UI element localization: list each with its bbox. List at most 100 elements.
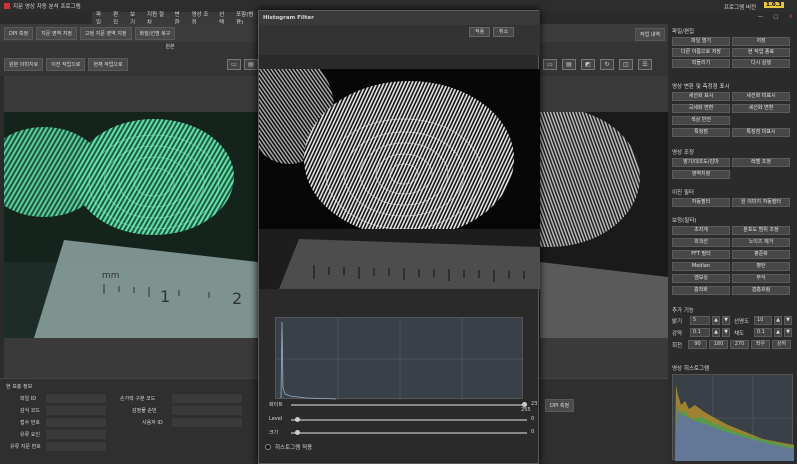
field-exhibit-order: 감정물 순번	[132, 408, 157, 414]
minutiae-hide-button[interactable]: 특징점 미표시	[732, 128, 790, 137]
restore-quality-button[interactable]: 화질/선명 복구	[134, 26, 176, 40]
outline-button[interactable]: 외곽선	[672, 238, 730, 247]
rotate-icon[interactable]: ↻	[600, 58, 614, 70]
latent-no-input[interactable]	[46, 442, 106, 451]
restore-icon[interactable]: ▢	[773, 14, 778, 24]
erode-button[interactable]: 부식	[732, 274, 790, 283]
saturation-input[interactable]: 0.1	[754, 328, 772, 337]
dpi-measure-button[interactable]: DPI 측정	[545, 399, 575, 412]
size-slider-label: 크기	[269, 430, 279, 436]
invert-color-button[interactable]: 색상 반전	[672, 116, 730, 125]
strength-up-icon[interactable]: ▲	[712, 328, 720, 337]
image-histogram-chart	[672, 374, 794, 461]
window-title: 지문 영상 자동 분석 프로그램	[13, 4, 81, 10]
white-value: 23	[531, 401, 538, 407]
region-select-button[interactable]: 영역지정	[672, 170, 730, 179]
save-view-icon[interactable]: ▤	[244, 58, 258, 70]
open-file-button[interactable]: 파일 열기	[672, 37, 730, 46]
level-adjust-button[interactable]: 레벨 조정	[732, 158, 790, 167]
list-icon[interactable]: ☰	[638, 58, 652, 70]
strength-input[interactable]: 0.1	[690, 328, 710, 337]
menu-bar: 파일 편집 보기 지원 절차 변환 영상 조정 선택 포함(범용)	[92, 12, 258, 26]
cancel-button[interactable]: 취소	[493, 27, 515, 37]
file-id-input[interactable]	[46, 394, 106, 403]
sharpness-input[interactable]: 10	[754, 316, 772, 325]
flip-horizontal-button[interactable]: 좌우	[751, 340, 770, 349]
previous-step-button[interactable]: 이전 작업으로	[46, 57, 86, 71]
sharpness-down-icon[interactable]: ▼	[784, 316, 792, 325]
level-slider-knob[interactable]	[295, 417, 300, 422]
end-work-button[interactable]: 현 작업 종료	[732, 48, 790, 57]
exhibit-order-input[interactable]	[172, 406, 242, 415]
original-image-button[interactable]: 원본 이미지로	[4, 57, 44, 71]
white-slider[interactable]: 화이트 23	[269, 401, 537, 409]
histogram-apply-label: 히스토그램 적용	[275, 445, 313, 451]
residue-factor-input[interactable]	[46, 430, 106, 439]
level-value: 0	[531, 416, 535, 422]
white-slider-label: 화이트	[269, 402, 283, 408]
size-slider[interactable]: 크기 0	[269, 429, 534, 437]
distribution-button[interactable]: 분포도 범위 조정	[732, 226, 790, 235]
minimize-icon[interactable]: —	[758, 14, 764, 24]
strength-down-icon[interactable]: ▼	[722, 328, 730, 337]
correction-section-title: 보정(필터)	[672, 218, 697, 224]
fixed-area-button[interactable]: 고정 지문 영역 지정	[79, 26, 132, 40]
dpi-button[interactable]: DPI 측정	[4, 26, 34, 40]
apply-button[interactable]: 적용	[469, 27, 491, 37]
original-fingerprint-image[interactable]: mm 1 2	[4, 112, 258, 338]
size-slider-knob[interactable]	[295, 430, 300, 435]
equalize-button[interactable]: 평준화	[732, 250, 790, 259]
dilate-button[interactable]: 흡착화	[672, 286, 730, 295]
emboss-button[interactable]: 엠보싱	[672, 274, 730, 283]
curve-convert-button[interactable]: 곡세화 변환	[672, 104, 730, 113]
fit-view-icon[interactable]: ▭	[543, 58, 557, 70]
minutiae-button[interactable]: 특징점	[672, 128, 730, 137]
saturation-down-icon[interactable]: ▼	[784, 328, 792, 337]
case-code-input[interactable]	[46, 406, 106, 415]
original-auto-filter-button[interactable]: 원 이미지 자동필터	[732, 198, 790, 207]
thin-hide-button[interactable]: 세선화 미표시	[732, 92, 790, 101]
preview-image[interactable]	[259, 69, 540, 289]
rotate-270-button[interactable]: 270	[730, 340, 749, 349]
history-button[interactable]: 작업 내역	[635, 28, 665, 41]
brightness-input[interactable]: 5	[690, 316, 710, 325]
current-step-button[interactable]: 현재 작업으로	[88, 57, 128, 71]
redo-button[interactable]: 다시 실행	[732, 59, 790, 68]
sharpness-up-icon[interactable]: ▲	[774, 316, 782, 325]
save-as-button[interactable]: 다른 이름으로 저장	[672, 48, 730, 57]
finger-code-input[interactable]	[172, 394, 242, 403]
histogram-apply-checkbox[interactable]	[265, 444, 271, 450]
fit-icon[interactable]: ▭	[227, 58, 241, 70]
brightness-button[interactable]: 밝기/대조도/감마	[672, 158, 730, 167]
thin-convert-button[interactable]: 세선화 변환	[732, 104, 790, 113]
left-view-lower	[4, 338, 258, 378]
level-slider[interactable]: Level 0	[269, 416, 534, 424]
brightness-down-icon[interactable]: ▼	[722, 316, 730, 325]
undo-button[interactable]: 되돌리기	[672, 59, 730, 68]
sharpen-button[interactable]: 초지게	[672, 226, 730, 235]
denoise-button[interactable]: 노이즈 제거	[732, 238, 790, 247]
rotate-180-button[interactable]: 180	[709, 340, 728, 349]
save-button[interactable]: 저장	[732, 37, 790, 46]
view-label-bg	[539, 42, 668, 52]
crop-icon[interactable]: ◩	[581, 58, 595, 70]
user-id-input[interactable]	[172, 418, 242, 427]
auto-filter-button[interactable]: 자동필터	[672, 198, 730, 207]
close-icon[interactable]: ✕	[788, 14, 793, 24]
flip-vertical-button[interactable]: 상하	[772, 340, 791, 349]
version-badge: 1.0.3	[764, 2, 784, 8]
fingerprint-area-button[interactable]: 지문 영역 지정	[36, 26, 77, 40]
receipt-no-input[interactable]	[46, 418, 106, 427]
compare-icon[interactable]: ◫	[619, 58, 633, 70]
processed-fingerprint-image[interactable]	[540, 112, 668, 338]
blur-button[interactable]: 겹흡흐림	[732, 286, 790, 295]
brightness-up-icon[interactable]: ▲	[712, 316, 720, 325]
fft-filter-button[interactable]: FFT 필터	[672, 250, 730, 259]
save-image-icon[interactable]: ▤	[562, 58, 576, 70]
rotate-90-button[interactable]: 90	[688, 340, 707, 349]
saturation-up-icon[interactable]: ▲	[774, 328, 782, 337]
median-button[interactable]: Median	[672, 262, 730, 271]
flatten-button[interactable]: 평탄	[732, 262, 790, 271]
thin-show-button[interactable]: 세선화 표시	[672, 92, 730, 101]
field-residue-factor: 유류 요인	[20, 432, 40, 438]
